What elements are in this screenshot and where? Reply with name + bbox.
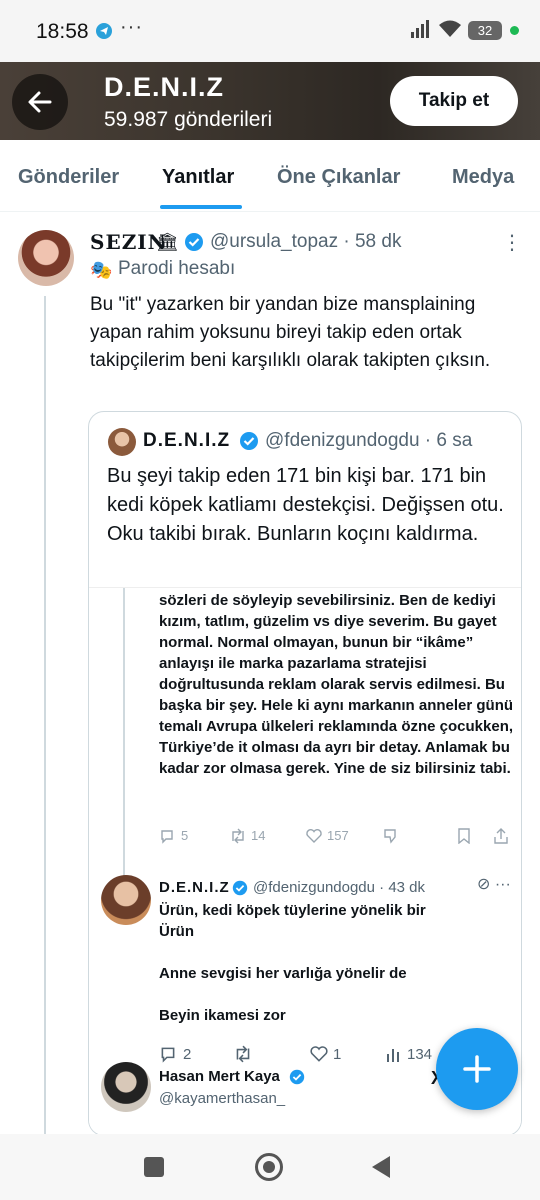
reply-like-count: 1 — [333, 1046, 342, 1063]
next-author-avatar — [101, 1062, 151, 1112]
embedded-retweet-count: 14 — [251, 828, 266, 843]
embedded-like-count: 157 — [327, 828, 349, 843]
quoted-tweet[interactable]: D.E.N.I.Z @fdenizgundogdu · 6 sa Bu şeyi… — [88, 411, 522, 1136]
system-nav-bar — [0, 1134, 540, 1200]
profile-name: D.E.N.I.Z — [104, 72, 225, 102]
quoted-handle-time: @fdenizgundogdu · 6 sa — [265, 430, 473, 451]
signal-icon — [410, 20, 432, 43]
verified-badge-icon — [239, 431, 259, 456]
tweet-handle-time[interactable]: @ursula_topaz · 58 dk — [210, 231, 401, 253]
reply-view-count: 134 — [407, 1046, 433, 1063]
compose-button[interactable] — [436, 1028, 518, 1110]
quoted-avatar — [108, 428, 136, 456]
reply-text-line: Ürün, kedi köpek tüylerine yönelik bir — [159, 902, 426, 919]
reply-icon — [159, 1045, 177, 1067]
profile-header: D.E.N.I.Z 59.987 gönderileri Takip et — [0, 62, 540, 140]
home-button[interactable] — [255, 1153, 283, 1181]
active-tab-indicator — [160, 205, 242, 209]
quoted-text: Bu şeyi takip eden 171 bin kişi bar. 171… — [107, 465, 504, 545]
camera-indicator-dot — [510, 26, 519, 35]
views-icon — [385, 1045, 403, 1067]
avatar[interactable] — [18, 230, 74, 286]
follow-button[interactable]: Takip et — [390, 76, 518, 126]
arrow-left-icon — [28, 91, 52, 113]
thread-line — [44, 296, 46, 1136]
reply-text-line: Ürün — [159, 923, 194, 940]
bookmark-icon — [457, 828, 471, 847]
heart-icon — [309, 1045, 329, 1067]
heart-icon — [305, 828, 323, 847]
tab-highlights[interactable]: Öne Çıkanlar — [277, 166, 400, 189]
battery-icon: 32 — [468, 21, 502, 40]
telegram-icon — [96, 23, 112, 39]
next-author-handle: @kayamerthasan_ — [159, 1090, 286, 1107]
verified-badge-icon — [289, 1069, 305, 1090]
quoted-author-name: D.E.N.I.Z — [143, 430, 231, 451]
clock: 18:58 — [36, 20, 89, 43]
reply-avatar — [101, 875, 151, 925]
reply-icon — [159, 828, 175, 847]
plus-icon — [463, 1055, 491, 1083]
verified-badge-icon — [184, 232, 204, 257]
next-author-name: Hasan Mert Kaya — [159, 1068, 280, 1085]
dislike-icon — [383, 828, 399, 847]
tweet-text: Bu "it" yazarken bir yandan bize manspla… — [90, 294, 491, 371]
tab-posts[interactable]: Gönderiler — [18, 166, 119, 189]
more-options-icon: ⊘ ··· — [477, 876, 511, 893]
retweet-icon — [233, 1045, 253, 1067]
verified-badge-icon — [232, 880, 248, 901]
embedded-reply-count: 5 — [181, 828, 189, 843]
more-options-icon[interactable]: ⋮ — [502, 230, 522, 255]
reply-author-name: D.E.N.I.Z — [159, 879, 230, 896]
post-count: 59.987 gönderileri — [104, 108, 273, 131]
profile-tabs: Gönderiler Yanıtlar Öne Çıkanlar Medya — [0, 140, 540, 212]
reply-text-line: Beyin ikamesi zor — [159, 1007, 286, 1024]
parody-mask-icon: 🎭 — [90, 260, 113, 280]
more-notifications-icon: ··· — [120, 16, 143, 38]
share-icon — [493, 828, 509, 847]
embedded-thread-line — [123, 588, 125, 888]
recent-apps-button[interactable] — [144, 1157, 164, 1177]
reply-text-line: Anne sevgisi her varlığa yönelir de — [159, 965, 407, 982]
tab-media[interactable]: Medya — [452, 166, 514, 189]
tab-replies[interactable]: Yanıtlar — [162, 166, 234, 189]
back-nav-button[interactable] — [372, 1156, 390, 1178]
back-button[interactable] — [12, 74, 68, 130]
parody-label: Parodi hesabı — [118, 258, 236, 279]
embedded-action-bar: 5 14 157 — [159, 828, 519, 852]
wifi-icon — [438, 19, 462, 44]
retweet-icon — [229, 828, 247, 847]
reply-reply-count: 2 — [183, 1046, 192, 1063]
reply-handle-time: @fdenizgundogdu · 43 dk — [253, 879, 426, 896]
status-bar: 18:58 ··· 32 — [0, 0, 540, 62]
government-badge-icon: 🏛 — [156, 232, 179, 252]
embedded-tweet-text: sözleri de söyleyip sevebilirsiniz. Ben … — [159, 592, 514, 777]
